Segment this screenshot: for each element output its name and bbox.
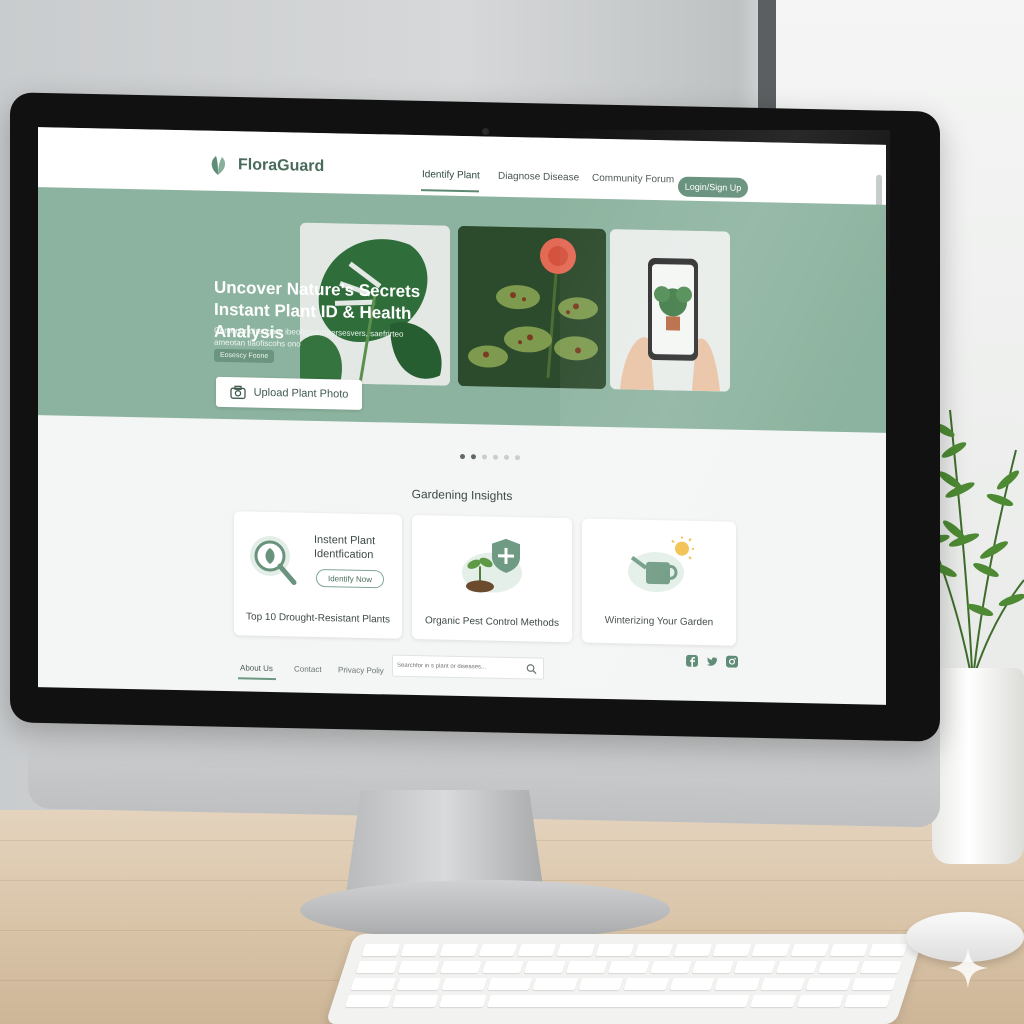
sparkle-icon [948,948,988,988]
search-input[interactable] [397,658,523,676]
card-title-winterizing: Winterizing Your Garden [604,614,714,629]
nav-link-identify-plant[interactable]: Identify Plant [422,169,480,181]
carousel-dots [460,453,520,461]
camera-icon [229,385,246,400]
watering-can-sun-icon [628,536,694,593]
login-signup-button[interactable]: Login/Sign Up [678,176,748,198]
search-icon[interactable] [526,663,537,675]
carousel-dot[interactable] [482,454,487,460]
sprout-shield-icon [462,538,522,593]
hero-banner: Uncover Nature's Secrets Instant Plant I… [38,187,886,433]
section-title-gardening-insights: Gardening Insights [411,486,513,504]
instagram-icon[interactable] [726,655,738,668]
card-title-drought-plants: Top 10 Drought-Resistant Plants [246,611,390,626]
magnifier-leaf-icon [250,535,297,585]
leaf-logo-icon [211,155,226,175]
footer-link-contact[interactable]: Contact [294,664,322,674]
diseased-rose-image [458,225,606,390]
footer-search [392,654,544,680]
footer-active-underline [238,677,276,681]
insight-card-pest-control[interactable]: Organic Pest Control Methods [412,514,572,643]
upload-plant-photo-button[interactable]: Upload Plant Photo [216,376,362,410]
browser-viewport: FloraGuard Identify Plant Diagnose Disea… [38,127,886,705]
nav-active-underline [421,189,479,193]
keyboard [325,934,925,1024]
card-small-title: Instent Plant Identfication [314,533,376,562]
webcam [482,128,489,135]
insight-card-winterizing[interactable]: Winterizing Your Garden [582,518,736,646]
nav-link-community-forum[interactable]: Community Forum [592,173,674,186]
plant-pot [932,668,1024,864]
carousel-dot[interactable] [460,453,465,460]
brand-name: FloraGuard [238,156,325,176]
carousel-dot[interactable] [493,454,498,460]
hero-chip[interactable]: Eosescy Foone [214,348,275,364]
phone-plant-scan-image [610,229,730,392]
carousel-dot[interactable] [504,454,509,460]
facebook-icon[interactable] [686,654,698,667]
footer-link-about-us[interactable]: About Us [240,663,273,673]
nav-link-diagnose-disease[interactable]: Diagnose Disease [498,171,579,184]
card-title-pest-control: Organic Pest Control Methods [425,615,559,630]
brand-logo[interactable]: FloraGuard [206,153,324,179]
upload-button-label: Upload Plant Photo [253,386,349,401]
carousel-dot[interactable] [471,454,476,460]
monitor-stand-base [300,880,670,940]
twitter-icon[interactable] [706,655,718,667]
footer-link-privacy-policy[interactable]: Privacy Poliy [338,665,384,675]
identify-now-button[interactable]: Identify Now [316,568,384,589]
carousel-dot[interactable] [515,455,520,461]
insight-card-drought-plants[interactable]: Instent Plant Identfication Identify Now… [234,511,402,639]
